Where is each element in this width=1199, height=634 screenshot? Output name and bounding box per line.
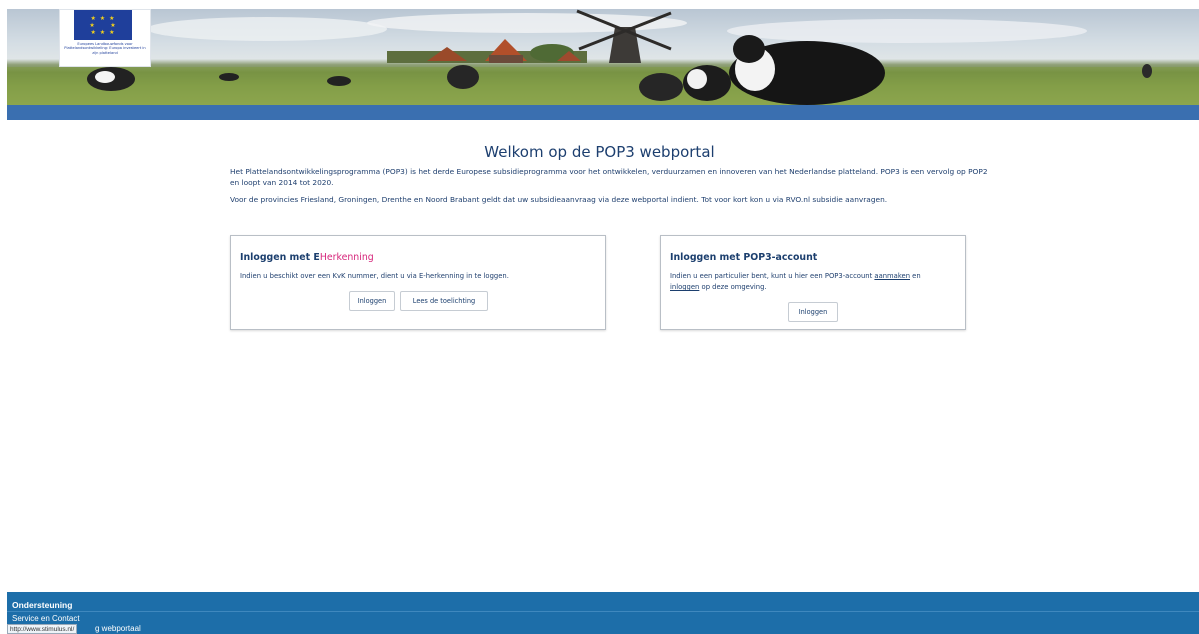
pop3-desc-part3: op deze omgeving.	[699, 283, 767, 291]
eherkenning-logo: EHerkenning	[313, 252, 373, 263]
footer-support-heading: Ondersteuning	[12, 600, 73, 610]
pop3-login-button[interactable]: Inloggen	[788, 302, 838, 322]
eu-logo-text: Europees Landbouwfonds voor Plattelandso…	[64, 42, 146, 55]
eherkenning-login-card: Inloggen met EHerkenning Indien u beschi…	[230, 235, 606, 330]
login-link[interactable]: inloggen	[670, 283, 699, 291]
header-blue-bar	[7, 105, 1199, 120]
page-title: Welkom op de POP3 webportal	[484, 143, 715, 161]
intro-paragraph-2: Voor de provincies Friesland, Groningen,…	[230, 195, 888, 204]
create-account-link[interactable]: aanmaken	[874, 272, 910, 280]
footer: Ondersteuning Service en Contact g webpo…	[7, 592, 1199, 634]
service-contact-link[interactable]: Service en Contact	[12, 614, 80, 623]
eherkenning-login-button[interactable]: Inloggen	[349, 291, 395, 311]
landscape-photo	[7, 9, 1199, 105]
intro-paragraph-1: Het Plattelandsontwikkelingsprogramma (P…	[230, 167, 988, 187]
intro-text: Het Plattelandsontwikkelingsprogramma (P…	[230, 166, 990, 211]
pop3-desc-part1: Indien u een particulier bent, kunt u hi…	[670, 272, 875, 280]
eu-logo: ★ ★ ★ ★ ★ ★ ★ ★ Europees Landbouwfonds voo…	[59, 9, 151, 67]
footer-divider	[7, 611, 1199, 612]
pop3-desc-part2: en	[910, 272, 921, 280]
eherkenning-logo-text: Herkenning	[319, 252, 374, 263]
eherkenning-description: Indien u beschikt over een KvK nummer, d…	[240, 272, 509, 280]
eherkenning-info-button[interactable]: Lees de toelichting	[400, 291, 488, 311]
eherkenning-card-title: Inloggen met EHerkenning	[240, 252, 374, 263]
header-banner: ★ ★ ★ ★ ★ ★ ★ ★ Europees Landbouwfonds voo…	[7, 9, 1199, 105]
eu-flag-icon: ★ ★ ★ ★ ★ ★ ★ ★	[74, 10, 132, 40]
eherkenning-title-prefix: Inloggen met	[240, 252, 314, 263]
pop3-description: Indien u een particulier bent, kunt u hi…	[670, 271, 960, 293]
webportal-link[interactable]: g webportaal	[95, 624, 141, 633]
pop3-card-title: Inloggen met POP3-account	[670, 252, 818, 263]
pop3-login-card: Inloggen met POP3-account Indien u een p…	[660, 235, 966, 330]
browser-status-url: http://www.stimulus.nl/	[7, 624, 78, 634]
